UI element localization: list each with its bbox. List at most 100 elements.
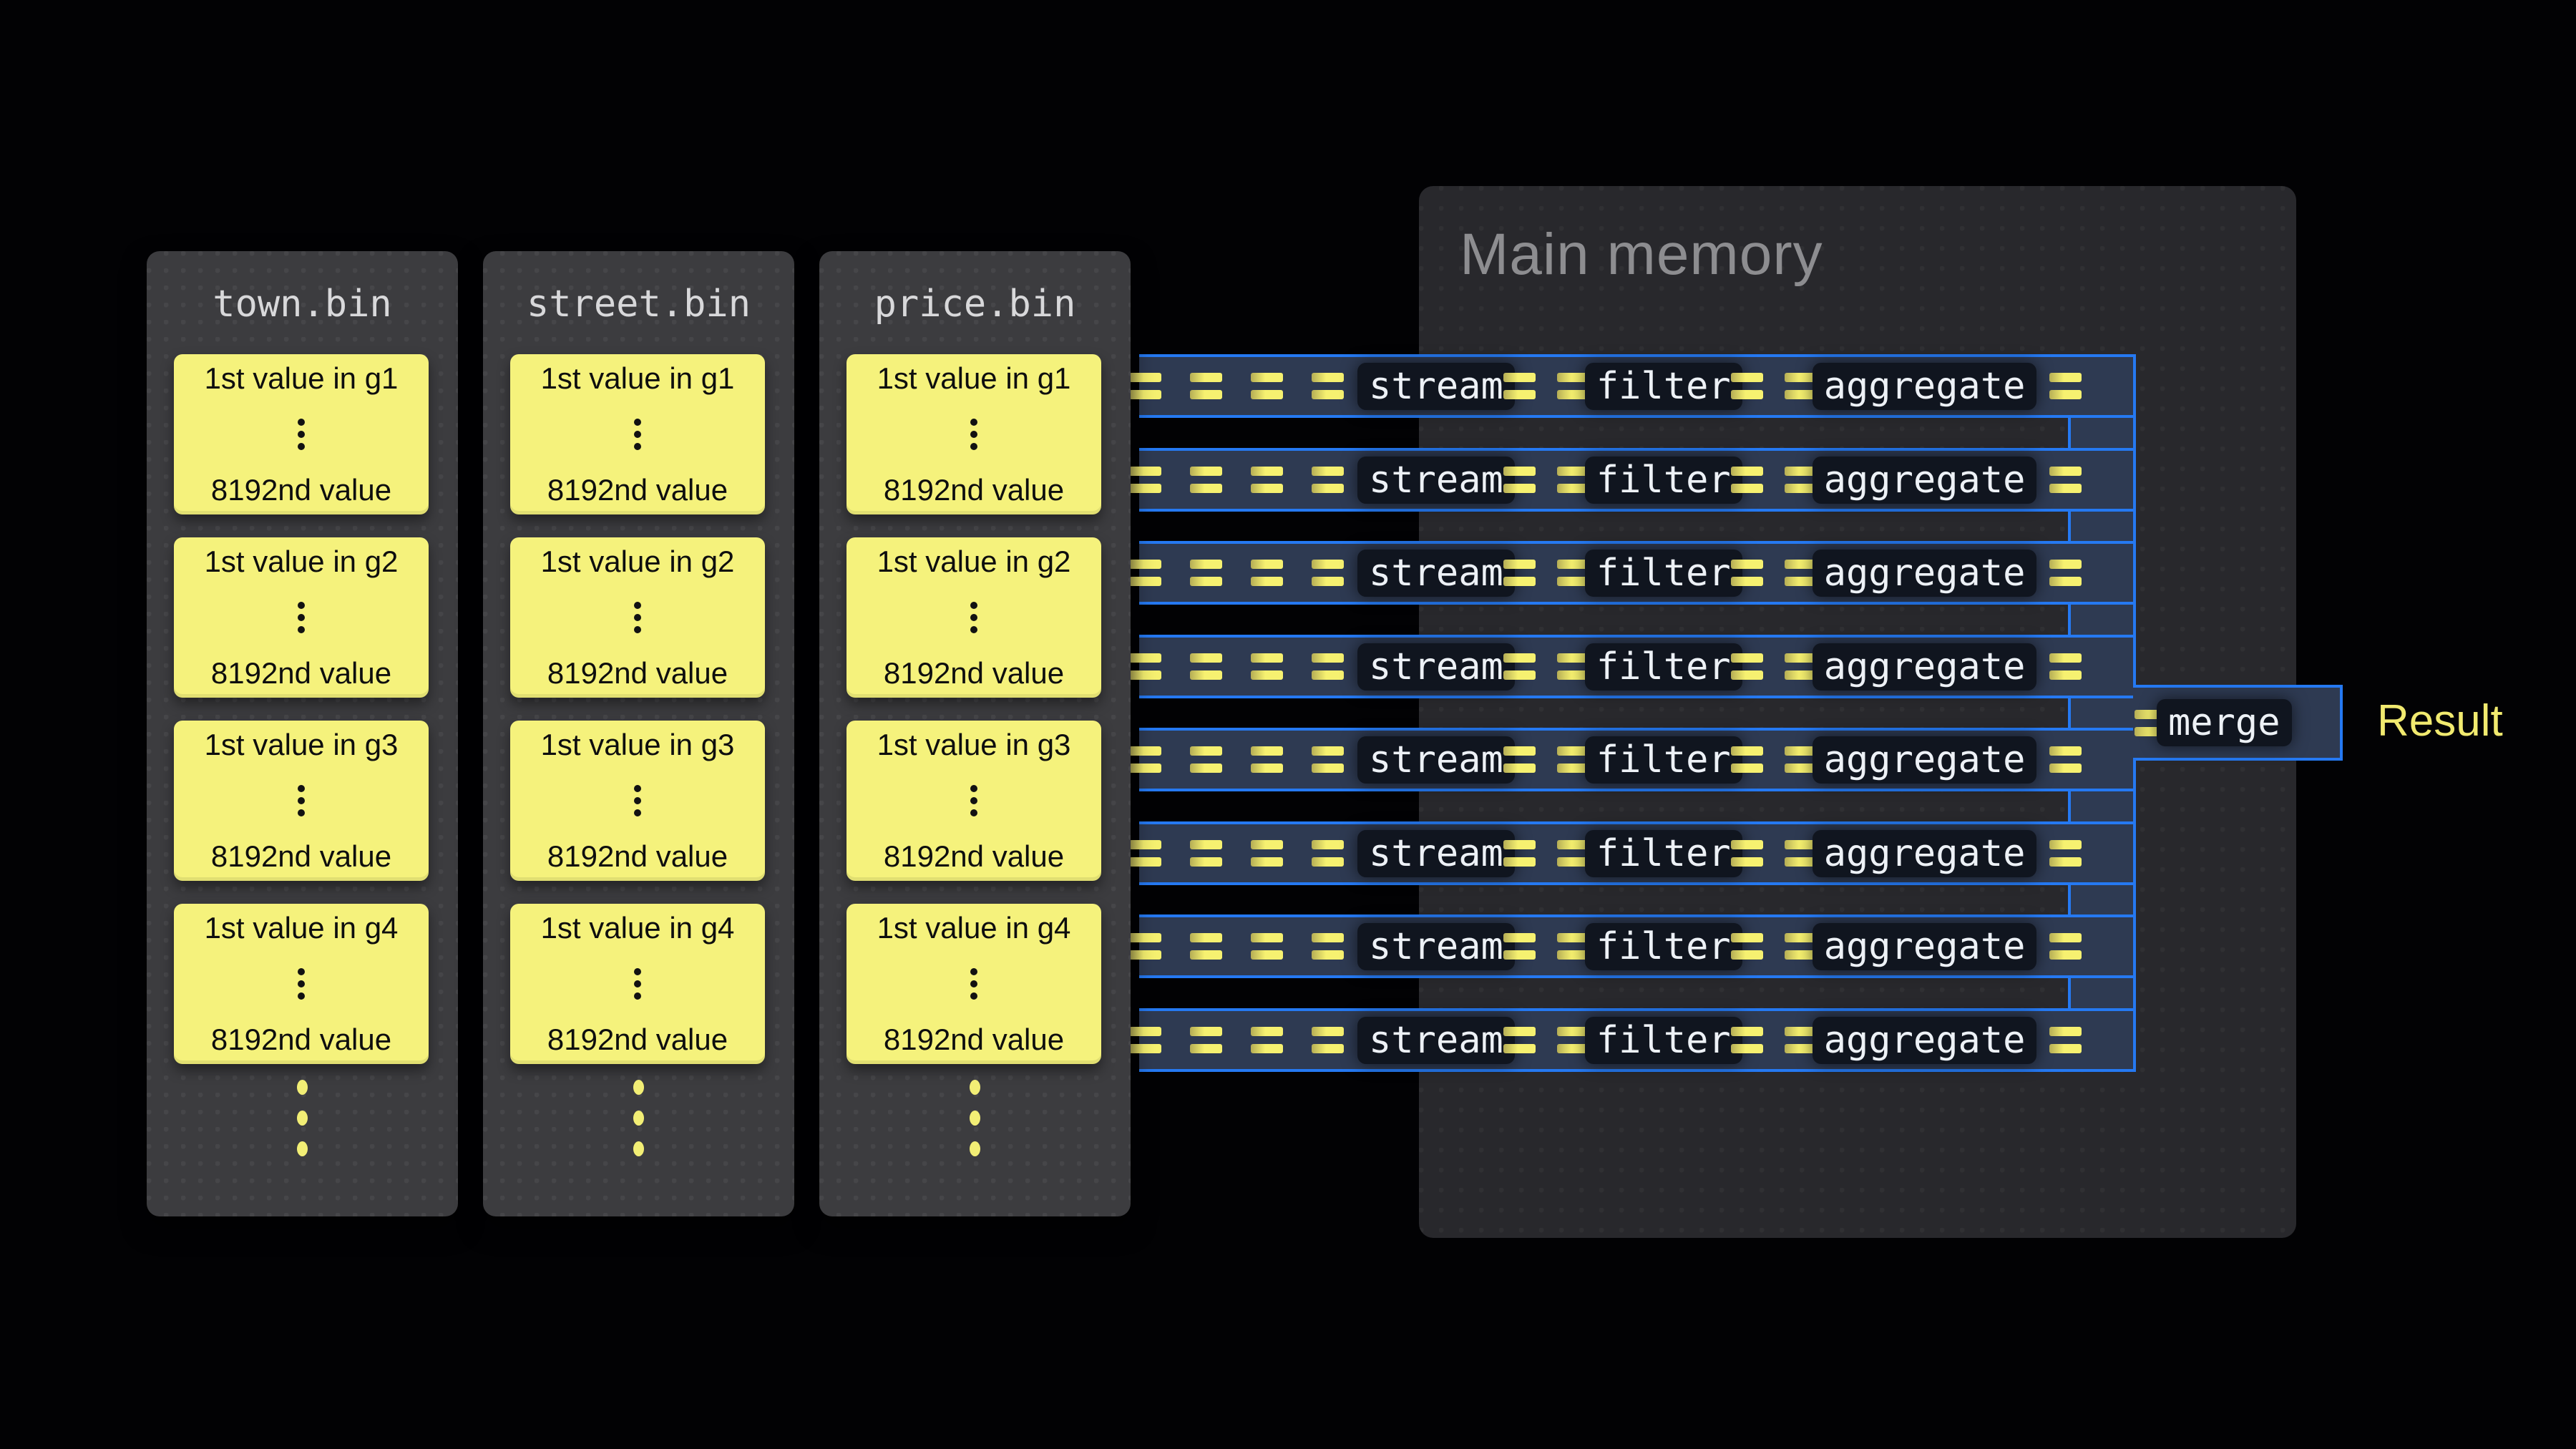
- ellipsis-dot: [634, 614, 641, 621]
- block-ellipsis: [970, 414, 977, 455]
- stream-chip: stream: [1357, 363, 1515, 410]
- data-chunk-icon: [1785, 560, 1817, 586]
- stream-chip: stream: [1357, 923, 1515, 970]
- block-last-value: 8192nd value: [884, 839, 1064, 874]
- ellipsis-dot: [634, 980, 641, 987]
- stream-chip: stream: [1357, 643, 1515, 691]
- filter-chip: filter: [1585, 923, 1742, 970]
- data-chunk-icon: [1312, 746, 1344, 773]
- aggregate-chip: aggregate: [1813, 550, 2037, 597]
- value-block: 1st value in g28192nd value: [847, 537, 1101, 698]
- ellipsis-dot: [298, 614, 305, 621]
- ellipsis-dot: [633, 1080, 644, 1095]
- ellipsis-dot: [298, 992, 305, 1000]
- block-ellipsis: [634, 780, 641, 821]
- data-chunk-icon: [1312, 840, 1344, 867]
- data-chunk-icon: [1785, 933, 1817, 960]
- data-chunk-icon: [1129, 467, 1161, 493]
- data-chunk-icon: [2049, 467, 2082, 493]
- data-chunk-icon: [1129, 560, 1161, 586]
- value-block: 1st value in g28192nd value: [174, 537, 429, 698]
- block-last-value: 8192nd value: [211, 1023, 391, 1057]
- data-chunk-icon: [1190, 653, 1222, 680]
- value-block: 1st value in g48192nd value: [510, 904, 765, 1064]
- data-chunk-icon: [1503, 746, 1536, 773]
- ellipsis-dot: [633, 1111, 644, 1126]
- block-last-value: 8192nd value: [884, 1023, 1064, 1057]
- block-ellipsis: [970, 780, 977, 821]
- ellipsis-dot: [298, 602, 305, 609]
- pipeline-row: streamfilteraggregate: [1139, 1008, 2136, 1072]
- data-chunk-icon: [1251, 653, 1283, 680]
- aggregate-chip: aggregate: [1813, 457, 2037, 504]
- ellipsis-dot: [970, 1111, 980, 1126]
- data-chunk-icon: [1312, 467, 1344, 493]
- block-ellipsis: [298, 780, 305, 821]
- data-chunk-icon: [1251, 467, 1283, 493]
- ellipsis-dot: [634, 602, 641, 609]
- block-first-value: 1st value in g1: [205, 361, 399, 396]
- block-ellipsis: [298, 414, 305, 455]
- filter-chip: filter: [1585, 363, 1742, 410]
- data-chunk-icon: [1731, 467, 1763, 493]
- block-last-value: 8192nd value: [547, 839, 728, 874]
- filter-chip: filter: [1585, 830, 1742, 877]
- main-memory-title: Main memory: [1460, 220, 1823, 289]
- ellipsis-dot: [298, 968, 305, 975]
- block-last-value: 8192nd value: [211, 839, 391, 874]
- ellipsis-dot: [634, 992, 641, 1000]
- data-chunk-icon: [1190, 933, 1222, 960]
- aggregate-chip: aggregate: [1813, 363, 2037, 410]
- ellipsis-dot: [298, 785, 305, 792]
- block-first-value: 1st value in g4: [877, 911, 1071, 945]
- stream-chip: stream: [1357, 736, 1515, 784]
- value-block: 1st value in g18192nd value: [847, 354, 1101, 514]
- ellipsis-dot: [970, 809, 977, 816]
- stream-chip: stream: [1357, 1017, 1515, 1064]
- block-ellipsis: [970, 597, 977, 638]
- ellipsis-dot: [297, 1111, 308, 1126]
- data-chunk-icon: [1731, 933, 1763, 960]
- data-chunk-icon: [1503, 467, 1536, 493]
- data-chunk-icon: [1251, 560, 1283, 586]
- data-chunk-icon: [1129, 653, 1161, 680]
- ellipsis-dot: [298, 431, 305, 438]
- block-first-value: 1st value in g1: [877, 361, 1071, 396]
- block-ellipsis: [298, 963, 305, 1005]
- ellipsis-dot: [970, 1080, 980, 1095]
- stream-chip: stream: [1357, 550, 1515, 597]
- filter-chip: filter: [1585, 457, 1742, 504]
- data-chunk-icon: [2049, 560, 2082, 586]
- pipeline-row: streamfilteraggregate: [1139, 914, 2136, 978]
- data-chunk-icon: [1785, 746, 1817, 773]
- block-first-value: 1st value in g3: [205, 728, 399, 762]
- data-chunk-icon: [1129, 746, 1161, 773]
- ellipsis-dot: [298, 443, 305, 450]
- data-chunk-icon: [1129, 933, 1161, 960]
- aggregate-chip: aggregate: [1813, 643, 2037, 691]
- block-first-value: 1st value in g2: [541, 545, 735, 579]
- data-chunk-icon: [1251, 933, 1283, 960]
- data-chunk-icon: [2049, 746, 2082, 773]
- data-chunk-icon: [1503, 373, 1536, 399]
- block-last-value: 8192nd value: [547, 473, 728, 507]
- filter-chip: filter: [1585, 736, 1742, 784]
- merge-pipe: merge: [2133, 685, 2343, 761]
- data-chunk-icon: [1190, 1027, 1222, 1053]
- data-chunk-icon: [1129, 840, 1161, 867]
- ellipsis-dot: [298, 980, 305, 987]
- value-block: 1st value in g38192nd value: [510, 721, 765, 881]
- ellipsis-dot: [970, 980, 977, 987]
- ellipsis-dot: [634, 809, 641, 816]
- data-chunk-icon: [1785, 1027, 1817, 1053]
- column-ellipsis: [147, 1080, 458, 1156]
- diagram-root: Main memory town.bin1st value in g18192n…: [0, 0, 2576, 1449]
- pipeline-row: streamfilteraggregate: [1139, 821, 2136, 885]
- data-chunk-icon: [1312, 1027, 1344, 1053]
- pipeline-row: streamfilteraggregate: [1139, 635, 2136, 698]
- file-column: street.bin1st value in g18192nd value1st…: [483, 251, 794, 1216]
- block-first-value: 1st value in g1: [541, 361, 735, 396]
- data-chunk-icon: [1129, 373, 1161, 399]
- data-chunk-icon: [1503, 560, 1536, 586]
- column-ellipsis: [819, 1080, 1131, 1156]
